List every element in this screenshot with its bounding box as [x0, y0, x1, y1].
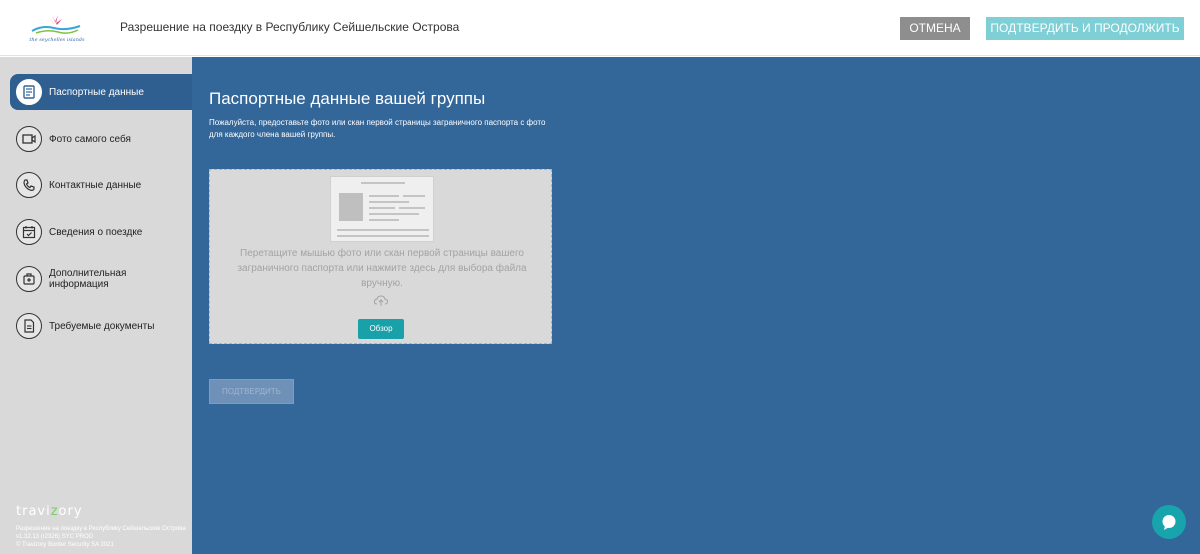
document-icon [16, 313, 42, 339]
sidebar-item-label: Требуемые документы [49, 320, 155, 332]
version-info: Разрешение на поездку в Республику Сейше… [16, 526, 186, 540]
sidebar-item-label: Дополнительная информация [49, 268, 127, 290]
sidebar-item-trip[interactable]: Сведения о поездке [10, 214, 192, 250]
app-header: the seychelles islands Разрешение на пое… [0, 0, 1200, 56]
camera-icon [16, 126, 42, 152]
sidebar-item-label: Паспортные данные [49, 86, 144, 98]
sidebar-item-passport[interactable]: Паспортные данные [10, 74, 192, 110]
sidebar-item-label: Сведения о поездке [49, 226, 143, 238]
chat-button[interactable] [1152, 505, 1186, 539]
main-content: Паспортные данные вашей группы Пожалуйст… [192, 57, 1200, 554]
page-title: Паспортные данные вашей группы [209, 89, 486, 108]
page-description: Пожалуйста, предоставьте фото или скан п… [209, 118, 546, 139]
seychelles-logo: the seychelles islands [22, 11, 92, 45]
browse-button[interactable]: Обзор [358, 319, 404, 339]
sidebar-item-contacts[interactable]: Контактные данные [10, 167, 192, 203]
travizory-logo: travizory [16, 504, 83, 519]
sidebar-item-additional-info[interactable]: Дополнительная информация [10, 261, 192, 297]
sidebar: Паспортные данные Фото самого себя Конта… [0, 57, 192, 554]
submit-button[interactable]: ПОДТВЕРДИТЬ [209, 379, 294, 404]
cancel-button[interactable]: ОТМЕНА [900, 17, 970, 40]
passport-sample-image [330, 176, 434, 242]
page-header-title: Разрешение на поездку в Республику Сейше… [120, 20, 460, 34]
svg-text:the seychelles islands: the seychelles islands [29, 37, 85, 43]
sidebar-item-label: Контактные данные [49, 179, 142, 191]
passport-dropzone[interactable]: Перетащите мышью фото или скан первой ст… [209, 169, 552, 344]
cloud-upload-icon [373, 294, 389, 312]
copyright: © Travizory Border Security SA 2021 [16, 542, 114, 548]
passport-icon [16, 79, 42, 105]
confirm-and-continue-button[interactable]: ПОДТВЕРДИТЬ И ПРОДОЛЖИТЬ [986, 17, 1184, 40]
medical-bag-icon [16, 266, 42, 292]
sidebar-footer: travizory Разрешение на поездку в Респуб… [16, 504, 188, 549]
chat-bubble-icon [1162, 515, 1176, 530]
dropzone-instructions: Перетащите мышью фото или скан первой ст… [237, 248, 527, 289]
calendar-icon [16, 219, 42, 245]
sidebar-item-selfie[interactable]: Фото самого себя [10, 121, 192, 157]
sidebar-item-label: Фото самого себя [49, 133, 131, 145]
sidebar-item-documents[interactable]: Требуемые документы [10, 308, 192, 344]
phone-icon [16, 172, 42, 198]
